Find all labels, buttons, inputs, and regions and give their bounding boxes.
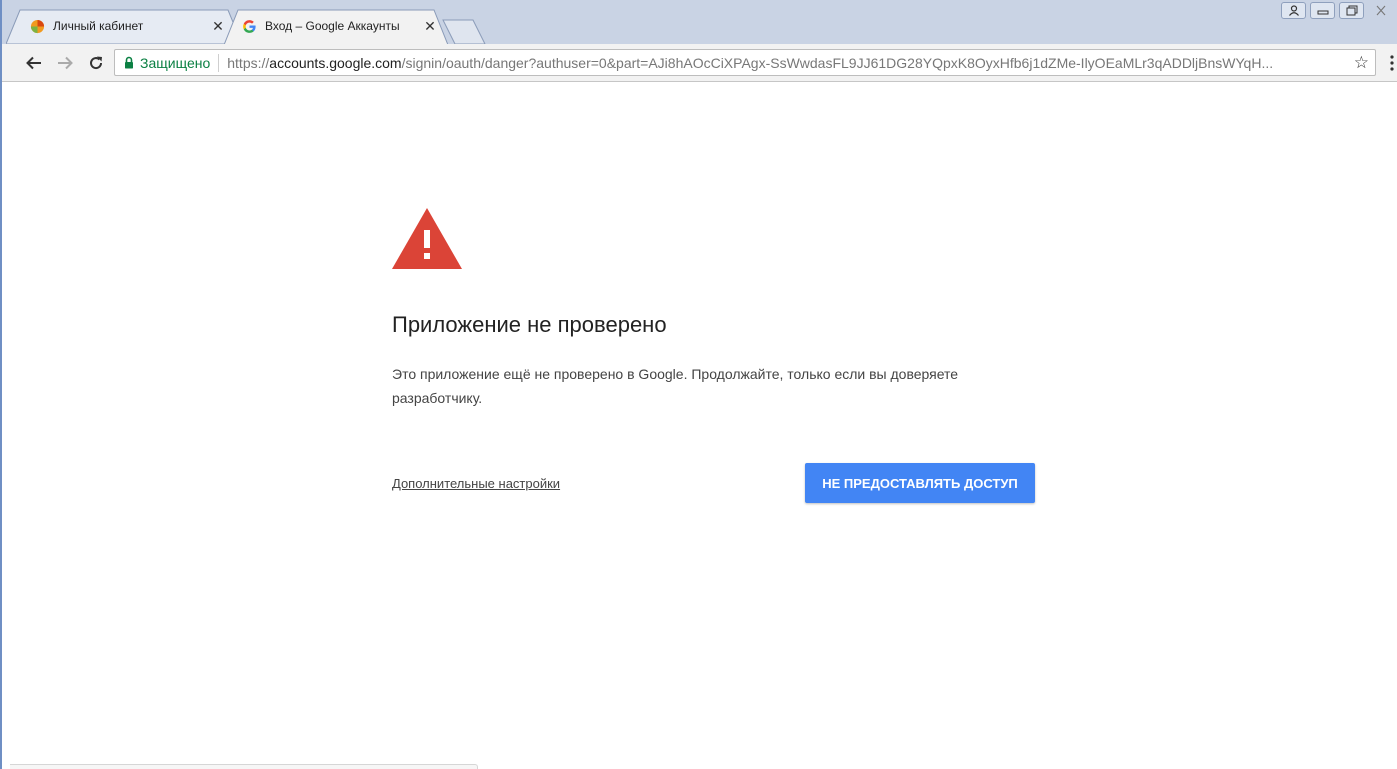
warning-icon [392,208,462,269]
minimize-icon[interactable] [1310,2,1335,19]
tab-title: Вход – Google Аккаунты [265,19,400,33]
arrow-left-icon[interactable] [24,53,44,73]
url-divider [218,53,220,72]
url-scheme: https:// [227,54,270,71]
restore-icon[interactable] [1339,2,1364,19]
deny-access-button[interactable]: НЕ ПРЕДОСТАВЛЯТЬ ДОСТУП [805,463,1035,503]
tab-google-accounts[interactable]: Вход – Google Аккаунты ✕ [224,9,448,45]
reload-icon[interactable] [86,53,106,73]
tab-personal-account[interactable]: Личный кабинет ✕ [6,9,242,44]
lock-icon [125,56,133,69]
window-controls [1281,0,1397,19]
new-tab-button[interactable] [442,19,486,45]
profile-icon[interactable] [1281,2,1306,19]
warning-description: Это приложение ещё не проверено в Google… [392,366,959,406]
tab-strip: Личный кабинет ✕ Вход – Google Аккаунты … [2,0,1397,45]
browser-toolbar: Защищено https://accounts.google.com/sig… [2,44,1397,82]
secure-label: Защищено [140,54,211,71]
menu-dots-icon[interactable] [1387,53,1397,73]
close-window-icon[interactable] [1368,2,1393,19]
star-icon[interactable]: ☆ [1354,54,1369,71]
status-bubble [10,764,478,769]
orange-circle-favicon-icon [30,19,45,33]
google-g-favicon-icon [243,19,256,33]
tab-title: Личный кабинет [53,19,144,33]
address-bar[interactable]: Защищено https://accounts.google.com/sig… [114,49,1376,76]
page-title: Приложение не проверено [392,312,667,337]
url-host: accounts.google.com [269,54,402,71]
tab-close-icon[interactable]: ✕ [422,18,438,35]
url-text[interactable]: https://accounts.google.com/signin/oauth… [227,55,1350,71]
url-path: /signin/oauth/danger?authuser=0&part=AJi… [401,54,1274,71]
arrow-right-icon[interactable] [55,53,75,73]
page-content: Приложение не проверено Это приложение е… [2,82,1397,769]
browser-window: Личный кабинет ✕ Вход – Google Аккаунты … [0,0,1397,769]
advanced-settings-link[interactable]: Дополнительные настройки [392,476,560,491]
